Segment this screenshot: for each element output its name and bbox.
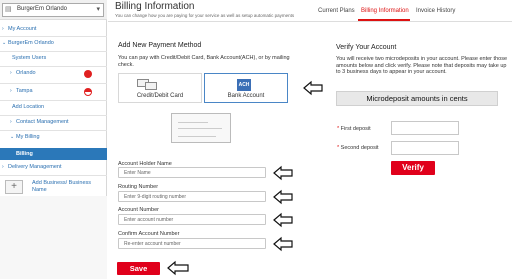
account-holder-input[interactable]: Enter Name bbox=[118, 167, 266, 178]
ach-icon: ACH bbox=[237, 79, 251, 91]
credit-card-option[interactable]: Credit/Debit Card bbox=[118, 73, 202, 103]
sidebar-item-delivery-management[interactable]: › Delivery Management bbox=[0, 162, 107, 173]
verify-title: Verify Your Account bbox=[336, 44, 397, 51]
divider bbox=[0, 66, 107, 67]
sidebar-item-label: Contact Management bbox=[16, 119, 69, 125]
arrow-left-icon bbox=[167, 260, 189, 276]
sidebar-item-label: BurgerEm Orlando bbox=[8, 40, 54, 46]
confirm-account-number-input[interactable]: Re-enter account number bbox=[118, 238, 266, 249]
arrow-left-icon bbox=[273, 236, 293, 252]
sidebar-item-label: My Account bbox=[8, 26, 37, 32]
required-mark: * bbox=[337, 126, 340, 132]
add-payment-description: You can pay with Credit/Debit Card, Bank… bbox=[118, 55, 290, 68]
divider bbox=[0, 175, 107, 176]
sidebar-item-billing[interactable]: Billing bbox=[0, 148, 107, 160]
first-deposit-label: * First deposit bbox=[337, 126, 371, 132]
sidebar-item-system-users[interactable]: System Users bbox=[0, 53, 107, 64]
verify-button[interactable]: Verify bbox=[391, 161, 435, 175]
sidebar-item-label: Tampa bbox=[16, 88, 33, 94]
status-indicator bbox=[84, 70, 92, 78]
save-button[interactable]: Save bbox=[117, 262, 160, 275]
sidebar: ▤ BurgerEm Orlando ▾ › My Account ⌄ Burger… bbox=[0, 0, 107, 279]
sidebar-search-bar: ▤ BurgerEm Orlando ▾ bbox=[0, 0, 107, 20]
sidebar-item-label: Add Location bbox=[12, 104, 45, 110]
arrow-left-icon bbox=[273, 212, 293, 228]
tab-billing-information[interactable]: Billing Information bbox=[361, 8, 409, 14]
chevron-down-icon: ▾ bbox=[96, 6, 100, 13]
folder-icon: ▤ bbox=[5, 6, 12, 13]
sidebar-footer bbox=[0, 196, 107, 279]
arrow-left-icon bbox=[273, 189, 293, 205]
account-selector-value: BurgerEm Orlando bbox=[17, 6, 68, 12]
plus-icon: + bbox=[11, 181, 17, 192]
sidebar-item-label: Orlando bbox=[16, 70, 36, 76]
sidebar-item-my-billing[interactable]: ⌄ My Billing bbox=[0, 132, 107, 143]
tab-invoice-history[interactable]: Invoice History bbox=[416, 8, 455, 14]
divider bbox=[0, 36, 107, 37]
account-number-input[interactable]: Enter account number bbox=[118, 214, 266, 225]
sidebar-item-label: Delivery Management bbox=[8, 164, 62, 170]
microdeposit-heading: Microdeposit amounts in cents bbox=[336, 91, 498, 106]
account-number-label: Account Number bbox=[118, 207, 159, 213]
sidebar-item-burgerem-orlando[interactable]: ⌄ BurgerEm Orlando bbox=[0, 38, 107, 49]
account-selector[interactable]: ▤ BurgerEm Orlando ▾ bbox=[2, 3, 104, 17]
verify-description: You will receive two microdeposits in yo… bbox=[336, 56, 507, 75]
credit-card-icon bbox=[133, 79, 163, 91]
routing-number-label: Routing Number bbox=[118, 184, 159, 190]
credit-card-label: Credit/Debit Card bbox=[136, 93, 184, 99]
add-business-link[interactable]: Add Business/ Business Name bbox=[32, 180, 92, 194]
sidebar-item-label: System Users bbox=[12, 55, 47, 61]
second-deposit-label: * Second deposit bbox=[337, 145, 379, 151]
add-business-button[interactable]: + bbox=[5, 180, 23, 194]
add-payment-title: Add New Payment Method bbox=[118, 42, 202, 49]
check-diagram-image bbox=[171, 113, 231, 143]
required-mark: * bbox=[337, 145, 340, 151]
second-deposit-input[interactable] bbox=[391, 141, 459, 155]
confirm-account-number-label: Confirm Account Number bbox=[118, 231, 180, 237]
divider bbox=[0, 83, 107, 84]
page-subtitle: You can change how you are paying for yo… bbox=[115, 13, 295, 18]
sidebar-item-label: My Billing bbox=[16, 134, 40, 140]
bank-account-label: Bank Account bbox=[227, 93, 265, 99]
routing-number-input[interactable]: Enter 9-digit routing number bbox=[118, 191, 266, 202]
divider bbox=[0, 130, 107, 131]
active-tab-indicator bbox=[358, 19, 410, 21]
bank-account-option[interactable]: ACH Bank Account bbox=[204, 73, 288, 103]
divider bbox=[0, 115, 107, 116]
sidebar-item-add-location[interactable]: Add Location bbox=[0, 102, 107, 113]
arrow-left-icon bbox=[273, 165, 293, 181]
tab-current-plans[interactable]: Current Plans bbox=[318, 8, 355, 14]
status-indicator bbox=[84, 88, 92, 96]
sidebar-item-my-account[interactable]: › My Account bbox=[0, 24, 107, 35]
arrow-left-icon bbox=[303, 80, 323, 96]
page-title: Billing Information bbox=[115, 1, 195, 12]
divider bbox=[0, 100, 107, 101]
sidebar-item-contact-management[interactable]: › Contact Management bbox=[0, 117, 107, 128]
first-deposit-input[interactable] bbox=[391, 121, 459, 135]
divider bbox=[0, 51, 107, 52]
